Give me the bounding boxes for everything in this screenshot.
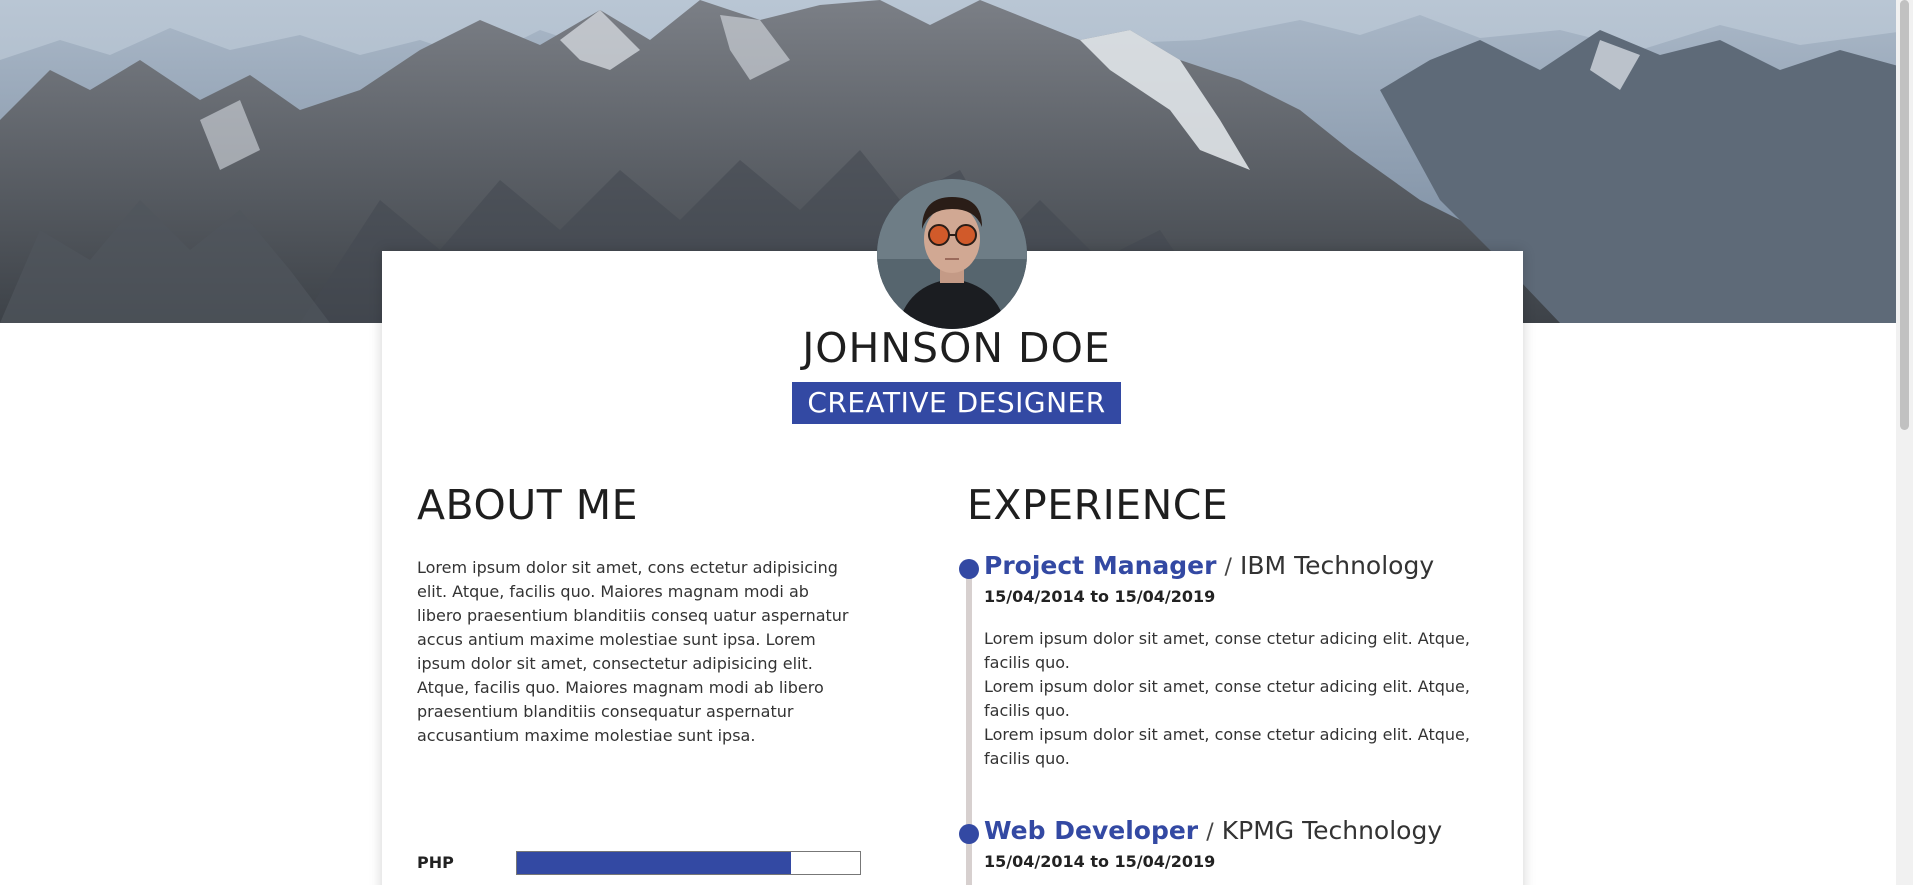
scrollbar-thumb[interactable] [1900,0,1909,430]
experience-separator: / [1206,820,1214,845]
skill-row: PHP [417,851,862,877]
page-scrollbar[interactable] [1896,0,1913,885]
role-wrapper: CREATIVE DESIGNER [0,382,1913,424]
experience-description-line: Lorem ipsum dolor sit amet, conse ctetur… [984,677,1470,720]
skill-name: PHP [417,853,454,872]
experience-description-line: Lorem ipsum dolor sit amet, conse ctetur… [984,629,1470,672]
experience-role: Project Manager [984,551,1217,580]
experience-company: KPMG Technology [1221,816,1443,845]
experience-dates: 15/04/2014 to 15/04/2019 [984,852,1216,871]
experience-heading: Web Developer / KPMG Technology [984,816,1442,845]
resume-page: JOHNSON DOE CREATIVE DESIGNER ABOUT ME L… [0,0,1913,885]
about-text: Lorem ipsum dolor sit amet, cons ectetur… [417,558,849,745]
skill-bar [516,851,861,875]
profile-avatar [877,179,1027,329]
about-section-title: ABOUT ME [417,481,639,529]
experience-description: Lorem ipsum dolor sit amet, conse ctetur… [984,627,1484,771]
experience-description-line: Lorem ipsum dolor sit amet, conse ctetur… [984,725,1470,768]
experience-dates: 15/04/2014 to 15/04/2019 [984,587,1216,606]
timeline-dot-icon [959,559,979,579]
experience-separator: / [1224,555,1232,580]
experience-role: Web Developer [984,816,1199,845]
avatar-portrait-icon [877,179,1027,329]
timeline-dot-icon [959,824,979,844]
experience-section-title: EXPERIENCE [967,481,1229,529]
experience-company: IBM Technology [1240,551,1435,580]
profile-role-badge: CREATIVE DESIGNER [792,382,1121,424]
skill-bar-fill [517,852,792,874]
profile-name: JOHNSON DOE [802,324,1111,372]
experience-heading: Project Manager / IBM Technology [984,551,1434,580]
